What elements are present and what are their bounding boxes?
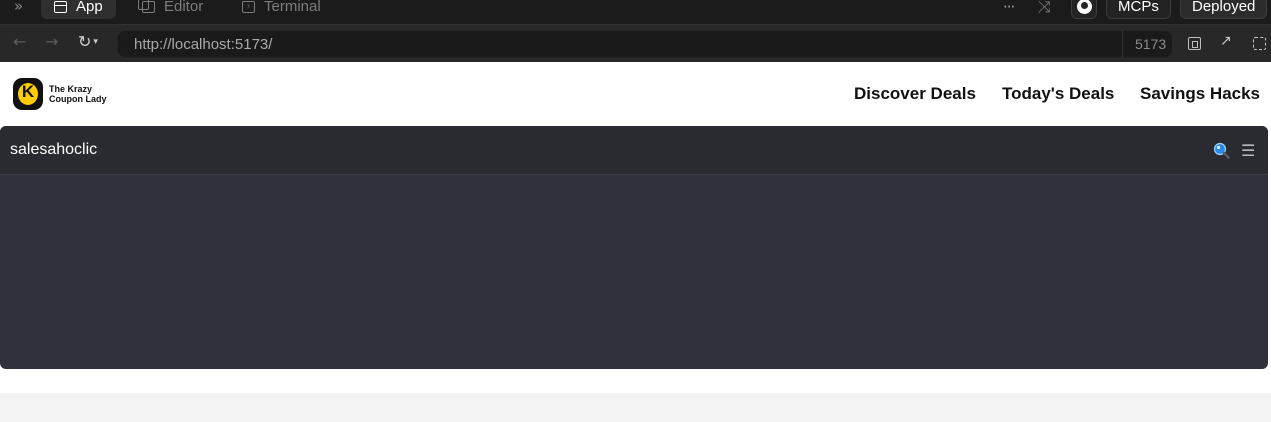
logo-letter: K — [21, 82, 35, 101]
search-icon[interactable] — [1213, 142, 1230, 159]
hamburger-menu-icon[interactable]: ☰ — [1241, 141, 1255, 160]
tab-terminal-label: Terminal — [264, 0, 321, 15]
mcps-button[interactable]: MCPs — [1106, 0, 1171, 19]
widget-panel: salesahoclic ☰ — [0, 126, 1268, 369]
reload-button[interactable]: ↻ ▾ — [78, 32, 98, 51]
nav-todays-deals[interactable]: Today's Deals — [1002, 84, 1114, 104]
forward-arrow-icon[interactable]: → — [45, 32, 58, 51]
github-icon — [1076, 0, 1092, 14]
ide-top-bar: » App Editor › Terminal ··· ⤨ MCPs Deplo… — [0, 0, 1271, 24]
nav-savings-hacks[interactable]: Savings Hacks — [1140, 84, 1260, 104]
krazy-coupon-logo-icon: K — [13, 78, 43, 110]
url-field[interactable]: http://localhost:5173/ 5173 — [118, 31, 1172, 57]
tab-terminal[interactable]: › Terminal — [229, 0, 334, 19]
fullscreen-icon[interactable] — [1253, 37, 1266, 50]
editor-files-icon — [138, 0, 155, 13]
terminal-icon: › — [242, 0, 255, 13]
open-external-icon[interactable]: ↗ — [1220, 33, 1233, 49]
expand-sidebar-icon[interactable]: » — [14, 0, 23, 15]
github-button[interactable] — [1071, 0, 1097, 19]
chevron-down-icon: ▾ — [93, 36, 98, 47]
more-options-icon[interactable]: ··· — [1003, 0, 1015, 19]
app-window-icon — [54, 0, 67, 13]
browser-address-bar: ← → ↻ ▾ http://localhost:5173/ 5173 ↗ — [0, 24, 1271, 62]
device-preview-icon[interactable] — [1188, 37, 1201, 50]
tab-editor[interactable]: Editor — [129, 0, 216, 19]
logo-line-2: Coupon Lady — [49, 94, 107, 104]
logo-wordmark: The Krazy Coupon Lady — [49, 84, 121, 104]
back-arrow-icon[interactable]: ← — [13, 32, 26, 51]
shuffle-icon[interactable]: ⤨ — [1038, 0, 1051, 19]
widget-header: salesahoclic ☰ — [0, 126, 1268, 175]
site-preview: K The Krazy Coupon Lady Discover Deals T… — [0, 62, 1271, 393]
url-text: http://localhost:5173/ — [134, 36, 273, 53]
tab-app[interactable]: App — [41, 0, 116, 19]
nav-discover-deals[interactable]: Discover Deals — [854, 84, 976, 104]
widget-title: salesahoclic — [10, 141, 98, 158]
deployed-button[interactable]: Deployed — [1180, 0, 1268, 19]
reload-icon: ↻ — [78, 32, 92, 51]
tab-app-label: App — [76, 0, 103, 15]
logo-line-1: The Krazy — [49, 84, 93, 94]
port-label[interactable]: 5173 — [1135, 36, 1166, 52]
tab-editor-label: Editor — [164, 0, 204, 15]
site-logo[interactable]: K The Krazy Coupon Lady — [13, 78, 121, 110]
url-divider — [1122, 31, 1123, 57]
